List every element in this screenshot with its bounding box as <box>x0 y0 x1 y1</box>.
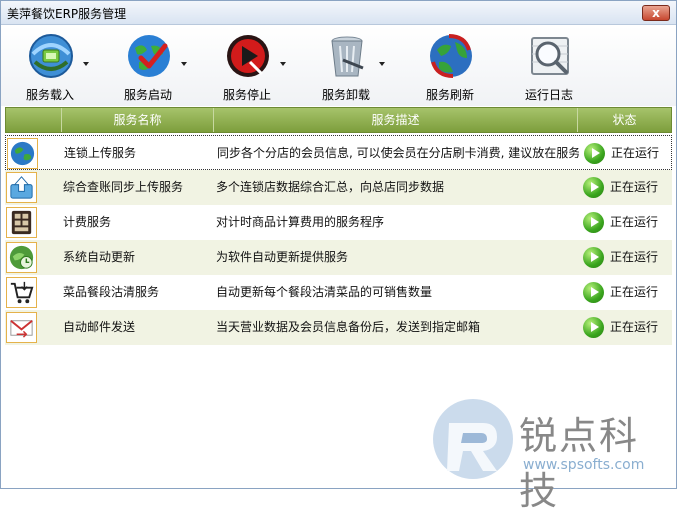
service-desc: 同步各个分店的会员信息, 可以使会员在分店刷卡消费, 建议放在服务 <box>217 146 579 160</box>
status-text: 正在运行 <box>611 146 660 160</box>
service-name: 自动邮件发送 <box>63 320 136 334</box>
run-log-button[interactable]: 运行日志 <box>506 30 592 104</box>
load-service-label: 服务载入 <box>25 88 74 102</box>
status-text: 正在运行 <box>610 320 659 334</box>
watermark-url: www.spsofts.com <box>523 457 645 473</box>
load-service-icon <box>29 34 73 78</box>
table-row[interactable]: 计费服务 对计时商品计算费用的服务程序 正在运行 <box>5 205 672 240</box>
service-table: 服务名称 服务描述 状态 连锁上传服务 同步各个分店的会员信息, 可以使会员在分… <box>5 107 672 347</box>
status-badge: 正在运行 <box>583 275 671 310</box>
toolbar: 服务载入 服务启动 服务停止 服务卸载 服务刷新 运行日志 <box>1 26 676 106</box>
service-name: 菜品餐段沽清服务 <box>63 285 160 299</box>
service-desc: 对计时商品计算费用的服务程序 <box>216 215 385 229</box>
service-manager-window: 美萍餐饮ERP服务管理 x 服务载入 服务启动 服务停止 服务卸载 服务刷新 运… <box>0 0 677 513</box>
refresh-service-icon <box>430 34 472 78</box>
refresh-service-label: 服务刷新 <box>425 88 474 102</box>
run-log-icon <box>531 37 569 75</box>
uninstall-service-icon <box>331 36 364 77</box>
chevron-down-icon[interactable] <box>83 62 89 66</box>
update-globe-icon <box>6 242 37 273</box>
play-icon <box>583 282 604 303</box>
stop-service-label: 服务停止 <box>222 88 271 102</box>
header-status[interactable]: 状态 <box>577 108 671 132</box>
play-icon <box>584 143 605 164</box>
window-title: 美萍餐饮ERP服务管理 <box>7 7 127 21</box>
service-desc: 自动更新每个餐段沽清菜品的可销售数量 <box>216 285 433 299</box>
status-badge: 正在运行 <box>583 310 671 345</box>
status-text: 正在运行 <box>610 250 659 264</box>
header-icon-column <box>6 108 61 132</box>
upload-icon <box>6 172 37 203</box>
mail-icon <box>6 312 37 343</box>
refresh-service-button[interactable]: 服务刷新 <box>407 30 493 104</box>
cart-icon <box>6 277 37 308</box>
table-header: 服务名称 服务描述 状态 <box>5 107 672 133</box>
status-badge: 正在运行 <box>583 170 671 205</box>
watermark: 锐点科技 www.spsofts.com <box>427 393 675 513</box>
uninstall-service-label: 服务卸载 <box>321 88 370 102</box>
service-desc: 当天营业数据及会员信息备份后，发送到指定邮箱 <box>216 320 481 334</box>
table-row[interactable]: 自动邮件发送 当天营业数据及会员信息备份后，发送到指定邮箱 正在运行 <box>5 310 672 345</box>
service-name: 计费服务 <box>63 215 112 229</box>
status-badge: 正在运行 <box>583 205 671 240</box>
start-service-button[interactable]: 服务启动 <box>105 30 191 104</box>
table-row[interactable]: 菜品餐段沽清服务 自动更新每个餐段沽清菜品的可销售数量 正在运行 <box>5 275 672 310</box>
start-service-icon <box>128 35 170 77</box>
table-row[interactable]: 连锁上传服务 同步各个分店的会员信息, 可以使会员在分店刷卡消费, 建议放在服务… <box>5 135 672 170</box>
table-row[interactable]: 综合查账同步上传服务 多个连锁店数据综合汇总，向总店同步数据 正在运行 <box>5 170 672 205</box>
table-row[interactable]: 系统自动更新 为软件自动更新提供服务 正在运行 <box>5 240 672 275</box>
load-service-button[interactable]: 服务载入 <box>7 30 93 104</box>
service-desc: 为软件自动更新提供服务 <box>216 250 349 264</box>
chevron-down-icon[interactable] <box>280 62 286 66</box>
chevron-down-icon[interactable] <box>181 62 187 66</box>
header-service-desc[interactable]: 服务描述 <box>213 108 577 132</box>
play-icon <box>583 247 604 268</box>
play-icon <box>583 212 604 233</box>
uninstall-service-button[interactable]: 服务卸载 <box>303 30 389 104</box>
watermark-logo-icon <box>433 399 513 479</box>
title-bar: 美萍餐饮ERP服务管理 x <box>1 1 676 25</box>
start-service-label: 服务启动 <box>123 88 172 102</box>
status-text: 正在运行 <box>610 215 659 229</box>
run-log-label: 运行日志 <box>524 88 573 102</box>
play-icon <box>583 177 604 198</box>
status-text: 正在运行 <box>610 285 659 299</box>
service-name: 综合查账同步上传服务 <box>63 180 184 194</box>
stop-service-icon <box>227 35 269 77</box>
header-service-name[interactable]: 服务名称 <box>61 108 213 132</box>
stop-service-button[interactable]: 服务停止 <box>204 30 290 104</box>
chevron-down-icon[interactable] <box>379 62 385 66</box>
service-name: 连锁上传服务 <box>64 146 137 160</box>
service-desc: 多个连锁店数据综合汇总，向总店同步数据 <box>216 180 445 194</box>
service-name: 系统自动更新 <box>63 250 136 264</box>
globe-icon <box>7 138 38 169</box>
timer-icon <box>6 207 37 238</box>
status-text: 正在运行 <box>610 180 659 194</box>
status-badge: 正在运行 <box>584 136 672 171</box>
play-icon <box>583 317 604 338</box>
close-button[interactable]: x <box>642 5 670 21</box>
status-badge: 正在运行 <box>583 240 671 275</box>
